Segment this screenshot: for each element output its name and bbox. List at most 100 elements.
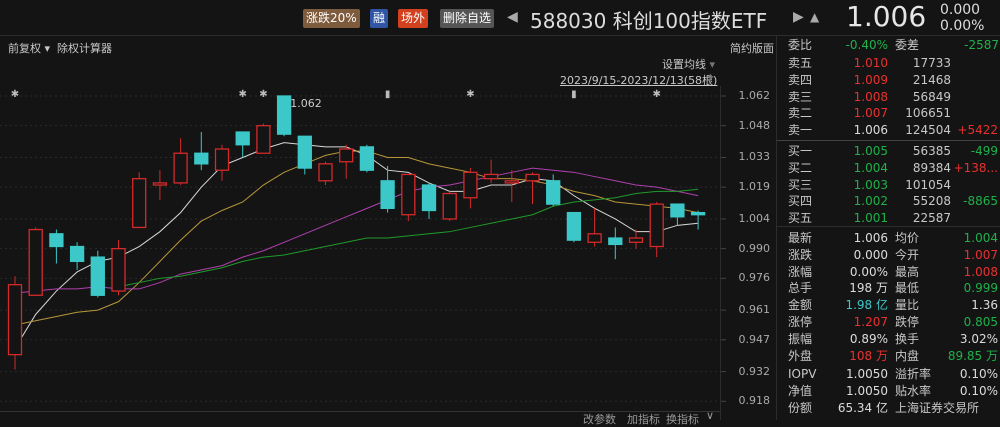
stat-row: 份额 65.34 亿 上海证券交易所 <box>777 400 1000 417</box>
stat-label: 外盘 <box>788 348 813 363</box>
sell-level-row[interactable]: 卖二 1.007 106651 <box>777 105 1000 122</box>
candle-up <box>483 173 499 180</box>
level-label: 卖二 <box>788 106 813 121</box>
stat-row: 金额 1.98 亿 量比 1.36 <box>777 297 1000 314</box>
candle-up <box>132 178 147 229</box>
stat-label-2: 换手 <box>895 331 920 346</box>
y-tick-label: 1.019 <box>738 180 771 194</box>
weibi-row: 委比 -0.40% 委差 -2587 <box>777 37 1000 54</box>
stat-row: 涨停 1.207 跌停 0.805 <box>777 314 1000 331</box>
level-price: 1.009 <box>853 72 888 87</box>
buy-level-row[interactable]: 买四 1.002 55208 -8865 <box>777 193 1000 210</box>
buy-level-row[interactable]: 买五 1.001 22587 <box>777 210 1000 227</box>
level-price: 1.005 <box>853 144 888 158</box>
level-volume: 56849 <box>912 89 951 104</box>
candle-down <box>566 211 582 241</box>
sell-level-row[interactable]: 卖一 1.006 124504 +5422 <box>777 122 1000 139</box>
stat-row: 涨幅 0.00% 最高 1.008 <box>777 264 1000 281</box>
candle-down <box>194 152 209 165</box>
y-tick-label: 0.961 <box>738 303 771 317</box>
star-marker-icon: ✱ <box>11 89 19 100</box>
level-price: 1.003 <box>853 177 888 192</box>
y-tick-label: 0.918 <box>738 394 771 408</box>
stat-value: 0.000 <box>853 247 888 262</box>
stat-label: 涨幅 <box>788 264 813 279</box>
candle-down <box>546 180 561 205</box>
stat-value-2: 1.36 <box>971 298 998 313</box>
buy-level-row[interactable]: 买二 1.004 89384 +138... <box>777 160 1000 177</box>
candle-up <box>504 180 519 184</box>
level-change: -8865 <box>963 194 998 209</box>
stat-label: 涨跌 <box>788 247 813 262</box>
candle-up <box>28 228 43 296</box>
buy-level-row[interactable]: 买一 1.005 56385 -499 <box>777 143 1000 160</box>
level-volume: 17733 <box>912 56 951 70</box>
candle-up <box>649 203 664 248</box>
info-marker-icon: ▮ <box>385 89 391 100</box>
y-tick-label: 0.976 <box>738 271 771 285</box>
level-volume: 124504 <box>905 123 951 138</box>
stat-value: 0.89% <box>849 331 888 346</box>
y-tick-label: 0.990 <box>738 241 771 255</box>
candle-up <box>173 152 188 184</box>
candle-down <box>276 95 292 135</box>
stat-value: 1.0050 <box>846 384 888 399</box>
weicha-value: -2587 <box>964 38 999 52</box>
candle-up <box>7 284 23 356</box>
stat-label-2: 贴水率 <box>895 384 932 399</box>
chevron-down-icon[interactable]: ∨ <box>706 409 714 422</box>
candle-down <box>690 211 706 216</box>
level-change: -499 <box>970 144 998 158</box>
stat-row: 涨跌 0.000 今开 1.007 <box>777 247 1000 264</box>
star-marker-icon: ✱ <box>259 89 267 100</box>
candle-down <box>359 146 375 171</box>
sell-level-row[interactable]: 卖四 1.009 21468 <box>777 72 1000 89</box>
candle-down <box>297 135 312 169</box>
candle-down <box>670 203 685 218</box>
stat-value-2: 3.02% <box>959 331 998 346</box>
buy-level-row[interactable]: 买三 1.003 101054 <box>777 177 1000 194</box>
stat-label-2: 今开 <box>895 247 920 262</box>
level-volume: 89384 <box>912 160 951 175</box>
level-change: +138... <box>953 160 998 175</box>
stat-value-2: 1.008 <box>963 264 998 279</box>
candle-down <box>421 184 437 212</box>
level-volume: 55208 <box>912 194 951 209</box>
level-volume: 21468 <box>912 72 951 87</box>
stat-label-2: 跌停 <box>895 315 920 329</box>
sell-level-row[interactable]: 卖三 1.008 56849 <box>777 89 1000 106</box>
level-volume: 22587 <box>912 211 951 226</box>
candle-up <box>525 173 540 182</box>
level-label: 买四 <box>788 194 813 209</box>
sell-level-row[interactable]: 卖五 1.010 17733 <box>777 55 1000 72</box>
stat-row: 外盘 108 万 内盘 89.85 万 <box>777 348 1000 365</box>
stat-value-2: 0.10% <box>959 384 998 399</box>
stat-value-2: 0.805 <box>963 315 998 329</box>
candle-up <box>318 163 333 182</box>
change-params-button[interactable]: 改参数 <box>583 411 616 427</box>
level-change: +5422 <box>957 123 998 138</box>
stat-value-2: 0.999 <box>963 281 998 296</box>
candle-up <box>152 182 168 186</box>
candle-up <box>628 237 644 243</box>
level-price: 1.007 <box>853 106 888 121</box>
switch-indicator-button[interactable]: 换指标 <box>666 411 699 427</box>
stat-label: 份额 <box>788 401 813 415</box>
candle-down <box>69 245 85 263</box>
stat-row: IOPV 1.0050 溢折率 0.10% <box>777 366 1000 383</box>
stat-label-2: 溢折率 <box>895 367 932 382</box>
book-divider <box>777 140 1000 141</box>
stat-value: 1.207 <box>853 315 888 329</box>
stat-label-2: 均价 <box>895 231 920 245</box>
stat-label-2: 最高 <box>895 264 920 279</box>
level-price: 1.001 <box>853 211 888 226</box>
axis-divider <box>720 86 721 420</box>
level-label: 买五 <box>788 211 813 226</box>
stat-label-2: 最低 <box>895 281 920 296</box>
candle-down <box>608 237 623 246</box>
stats-divider <box>777 226 1000 227</box>
y-tick-label: 1.048 <box>738 118 771 132</box>
add-indicator-button[interactable]: 加指标 <box>627 411 660 427</box>
candle-down <box>235 131 250 146</box>
star-marker-icon: ✱ <box>466 89 474 100</box>
